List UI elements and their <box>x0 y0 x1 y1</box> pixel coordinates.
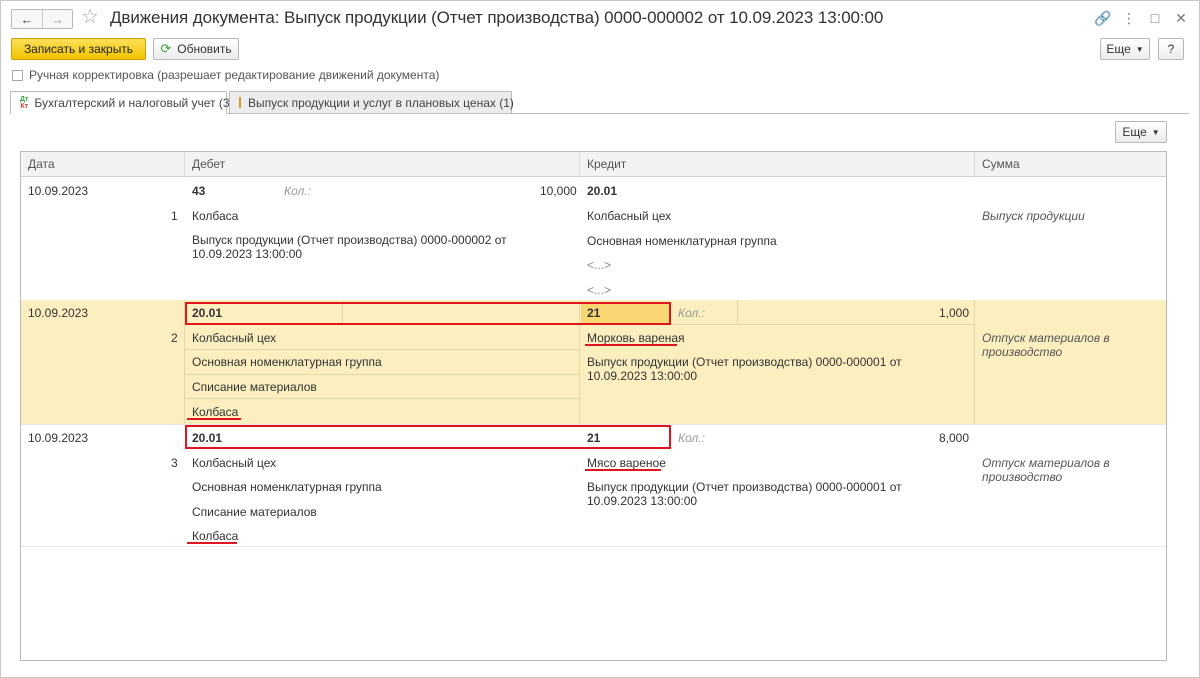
window-controls: 🔗 ⋮ □ ✕ <box>1093 9 1191 27</box>
dropdown-arrow-icon: ▼ <box>1151 127 1160 137</box>
separator <box>184 374 579 375</box>
dropdown-arrow-icon: ▼ <box>1135 44 1144 54</box>
table-more-button[interactable]: Еще ▼ <box>1115 121 1167 143</box>
back-arrow-icon[interactable]: ← <box>12 10 42 28</box>
title-bar: ← → ☆ Движения документа: Выпуск продукц… <box>1 1 1199 35</box>
annotation-box <box>185 302 671 325</box>
refresh-icon: ⟳ <box>160 41 172 56</box>
debit-account[interactable]: 43 <box>192 184 205 198</box>
refresh-button[interactable]: ⟳ Обновить <box>153 38 239 60</box>
manual-correction-row[interactable]: Ручная корректировка (разрешает редактир… <box>12 68 439 82</box>
row-date: 10.09.2023 <box>28 184 89 198</box>
more-label: Еще <box>1106 42 1131 56</box>
credit-qty-label: Кол.: <box>678 431 705 445</box>
row-date: 10.09.2023 <box>28 431 89 445</box>
close-icon[interactable]: ✕ <box>1171 9 1191 27</box>
credit-qty-label: Кол.: <box>678 306 705 320</box>
register-icon <box>239 97 241 108</box>
credit-account[interactable]: 20.01 <box>587 184 617 198</box>
row-number: 2 <box>171 331 178 345</box>
table-row[interactable]: 10.09.2023 3 20.01 Колбасный цех Основна… <box>21 424 1166 546</box>
annotation-underline <box>187 418 241 420</box>
credit-subconto-2[interactable]: Выпуск продукции (Отчет производства) 00… <box>587 480 947 508</box>
manual-correction-label: Ручная корректировка (разрешает редактир… <box>29 68 440 82</box>
document-movements-window: ← → ☆ Движения документа: Выпуск продукц… <box>0 0 1200 678</box>
separator <box>184 398 579 399</box>
maximize-icon[interactable]: □ <box>1145 9 1165 27</box>
debit-subconto-2[interactable]: Выпуск продукции (Отчет производства) 00… <box>192 233 552 261</box>
table-header: Дата Дебет Кредит Сумма <box>21 152 1166 177</box>
save-and-close-button[interactable]: Записать и закрыть <box>11 38 146 60</box>
row-content: Отпуск материалов в производство <box>982 456 1110 484</box>
row-number: 1 <box>171 209 178 223</box>
credit-subconto-1[interactable]: Мясо вареное <box>587 456 666 470</box>
annotation-underline <box>585 344 677 346</box>
debit-qty-label: Кол.: <box>284 184 311 198</box>
debit-subconto-2[interactable]: Основная номенклатурная группа <box>192 480 382 494</box>
debit-subconto-1[interactable]: Колбасный цех <box>192 331 276 345</box>
row-content: Отпуск материалов в производство <box>982 331 1110 359</box>
tab-planned-prices[interactable]: Выпуск продукции и услуг в плановых цена… <box>229 91 514 113</box>
tab-accounting-label: Бухгалтерский и налоговый учет (3) <box>34 96 234 110</box>
tab-accounting[interactable]: Дт Кт Бухгалтерский и налоговый учет (3) <box>10 91 234 114</box>
window-title: Движения документа: Выпуск продукции (От… <box>110 8 884 27</box>
menu-icon[interactable]: ⋮ <box>1119 9 1139 27</box>
debit-subconto-3[interactable]: Списание материалов <box>192 505 317 519</box>
movements-table[interactable]: Дата Дебет Кредит Сумма 10.09.2023 1 43 … <box>20 151 1167 661</box>
link-icon[interactable]: 🔗 <box>1093 9 1113 27</box>
debit-credit-icon: Дт Кт <box>20 96 29 110</box>
manual-correction-checkbox[interactable] <box>12 69 23 81</box>
column-date[interactable]: Дата <box>21 152 184 177</box>
navigation-group: ← → <box>11 9 73 29</box>
row-number: 3 <box>171 456 178 470</box>
credit-subconto-4[interactable]: <...> <box>587 283 611 297</box>
favorite-star-icon[interactable]: ☆ <box>81 7 99 27</box>
table-row[interactable]: 10.09.2023 1 43 Кол.: 10,000 Колбаса Вып… <box>21 178 1166 300</box>
row-date: 10.09.2023 <box>28 306 89 320</box>
debit-subconto-3[interactable]: Списание материалов <box>192 380 317 394</box>
table-more-label: Еще <box>1122 125 1147 139</box>
annotation-underline <box>585 469 661 471</box>
refresh-label: Обновить <box>177 42 232 56</box>
column-sum[interactable]: Сумма <box>974 152 1166 177</box>
table-row[interactable]: 10.09.2023 2 20.01 Колбасный цех Основна… <box>21 300 1166 424</box>
debit-subconto-2[interactable]: Основная номенклатурная группа <box>192 355 382 369</box>
annotation-box <box>185 425 671 449</box>
debit-subconto-1[interactable]: Колбасный цех <box>192 456 276 470</box>
more-button[interactable]: Еще ▼ <box>1100 38 1150 60</box>
row-content: Выпуск продукции <box>982 209 1085 223</box>
separator <box>974 300 975 424</box>
credit-subconto-2[interactable]: Основная номенклатурная группа <box>587 234 777 248</box>
credit-subconto-1[interactable]: Колбасный цех <box>587 209 671 223</box>
debit-subconto-1[interactable]: Колбаса <box>192 209 238 223</box>
credit-subconto-3[interactable]: <...> <box>587 258 611 272</box>
separator <box>184 349 579 350</box>
credit-subconto-2[interactable]: Выпуск продукции (Отчет производства) 00… <box>587 355 947 383</box>
credit-qty[interactable]: 1,000 <box>939 306 969 320</box>
separator <box>737 300 738 324</box>
debit-subconto-4[interactable]: Колбаса <box>192 405 238 419</box>
debit-subconto-4[interactable]: Колбаса <box>192 529 238 543</box>
column-credit[interactable]: Кредит <box>579 152 974 177</box>
debit-qty[interactable]: 10,000 <box>540 184 577 198</box>
forward-arrow-icon[interactable]: → <box>42 10 72 28</box>
credit-subconto-1[interactable]: Морковь вареная <box>587 331 685 345</box>
table-bottom-line <box>21 546 1166 547</box>
credit-qty[interactable]: 8,000 <box>939 431 969 445</box>
help-button[interactable]: ? <box>1158 38 1184 60</box>
column-debit[interactable]: Дебет <box>184 152 579 177</box>
annotation-underline <box>187 542 237 544</box>
tab-planned-prices-label: Выпуск продукции и услуг в плановых цена… <box>248 95 514 110</box>
